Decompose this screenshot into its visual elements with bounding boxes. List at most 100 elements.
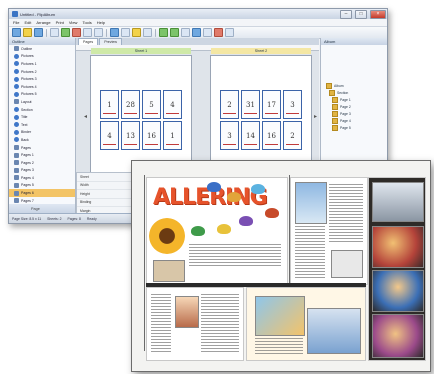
outline-item[interactable]: Pictures 4 xyxy=(9,83,75,91)
property-row[interactable]: Height xyxy=(77,190,139,199)
outline-item[interactable]: Back xyxy=(9,136,75,144)
album-tree-item[interactable]: Page 1 xyxy=(326,96,386,103)
outline-item[interactable]: Pages 2 xyxy=(9,159,75,167)
preview-page-photo-strip[interactable] xyxy=(368,177,426,361)
tab-pages[interactable]: Pages xyxy=(78,38,99,45)
export-icon[interactable] xyxy=(214,28,223,37)
new-icon[interactable] xyxy=(12,28,21,37)
redo-icon[interactable] xyxy=(94,28,103,37)
rotate-icon[interactable] xyxy=(143,28,152,37)
tab-preview[interactable]: Preview xyxy=(99,38,122,45)
page-cell[interactable]: 4 xyxy=(163,90,182,119)
page-cell[interactable]: 4 xyxy=(100,121,119,150)
settings-icon[interactable] xyxy=(203,28,212,37)
album-tree-item[interactable]: Page 4 xyxy=(326,117,386,124)
outline-item[interactable]: Pictures 5 xyxy=(9,91,75,99)
page-cell[interactable]: 3 xyxy=(283,90,302,119)
menu-file[interactable]: File xyxy=(13,20,19,25)
outline-item[interactable]: Pictures xyxy=(9,53,75,61)
outline-item[interactable]: Title xyxy=(9,113,75,121)
arrow-right-icon[interactable]: ▸ xyxy=(314,112,318,122)
menu-help[interactable]: Help xyxy=(97,20,105,25)
page-icon xyxy=(332,103,338,110)
outline-item[interactable]: Pages 1 xyxy=(9,151,75,159)
page-cell[interactable]: 1 xyxy=(163,121,182,150)
outline-item[interactable]: Pages xyxy=(9,144,75,152)
page-cell[interactable]: 31 xyxy=(241,90,260,119)
outline-item-selected[interactable]: Pages 6 xyxy=(9,189,75,197)
butterfly-image xyxy=(207,182,221,192)
outline-panel-header: Outline xyxy=(9,38,75,45)
page-cell[interactable]: 17 xyxy=(262,90,281,119)
layout-icon[interactable] xyxy=(110,28,119,37)
menu-edit[interactable]: Edit xyxy=(24,20,31,25)
spread-gutter xyxy=(146,283,366,287)
album-tree-item[interactable]: Page 2 xyxy=(326,103,386,110)
undo-icon[interactable] xyxy=(83,28,92,37)
preview-page-text[interactable] xyxy=(146,287,244,361)
outline-item[interactable]: Pages 4 xyxy=(9,174,75,182)
page-cell[interactable]: 1 xyxy=(100,90,119,119)
album-tree-item[interactable]: Album xyxy=(326,82,386,89)
page-cell[interactable]: 3 xyxy=(220,121,239,150)
maximize-button[interactable]: □ xyxy=(355,9,367,19)
outline-item[interactable]: Pictures 3 xyxy=(9,75,75,83)
sheet-layout[interactable]: Sheet 2 ▸ 2 31 17 3 3 14 16 2 xyxy=(210,48,317,175)
menu-tools[interactable]: Tools xyxy=(82,20,91,25)
property-row[interactable]: Width xyxy=(77,182,139,190)
close-button[interactable]: × xyxy=(370,9,386,19)
butterfly-image xyxy=(239,216,253,226)
zoom-in-icon[interactable] xyxy=(159,28,168,37)
outline-item[interactable]: Outline xyxy=(9,45,75,53)
page-cell[interactable]: 28 xyxy=(121,90,140,119)
picture-icon xyxy=(14,76,19,82)
minimize-button[interactable]: – xyxy=(340,9,352,19)
save-icon[interactable] xyxy=(34,28,43,37)
outline-item[interactable]: Text xyxy=(9,121,75,129)
outline-item[interactable]: Section xyxy=(9,106,75,114)
menu-arrange[interactable]: Arrange xyxy=(36,20,50,25)
page-icon xyxy=(14,198,19,204)
illustration-thumbnail xyxy=(331,250,363,278)
preview-page-feature[interactable] xyxy=(246,287,366,361)
photo-thumbnail xyxy=(295,182,327,224)
outline-item[interactable]: Pages 5 xyxy=(9,182,75,190)
page-icon xyxy=(332,96,338,103)
delete-icon[interactable] xyxy=(72,28,81,37)
image-icon[interactable] xyxy=(132,28,141,37)
preview-page-headline[interactable]: ALLERING xyxy=(146,177,288,285)
album-panel-header: Album xyxy=(321,38,387,45)
text-icon[interactable] xyxy=(121,28,130,37)
page-cell[interactable]: 5 xyxy=(142,90,161,119)
album-tree-item[interactable]: Page 5 xyxy=(326,124,386,131)
add-picture-icon[interactable] xyxy=(61,28,70,37)
outline-item[interactable]: Pictures 2 xyxy=(9,68,75,76)
property-row[interactable]: Binding xyxy=(77,199,139,207)
outline-item[interactable]: Pictures 1 xyxy=(9,60,75,68)
page-cell[interactable]: 16 xyxy=(142,121,161,150)
sheet-layout[interactable]: Sheet 1 ◂ 1 28 5 4 4 13 16 1 xyxy=(84,48,192,175)
outline-item[interactable]: Pages 3 xyxy=(9,167,75,175)
zoom-out-icon[interactable] xyxy=(170,28,179,37)
menu-view[interactable]: View xyxy=(69,20,78,25)
photo-thumbnail xyxy=(307,308,361,354)
fit-icon[interactable] xyxy=(181,28,190,37)
arrow-left-icon[interactable]: ◂ xyxy=(84,112,88,122)
page-cell[interactable]: 2 xyxy=(220,90,239,119)
page-cell[interactable]: 16 xyxy=(262,121,281,150)
album-tree-item[interactable]: Page 3 xyxy=(326,110,386,117)
help-icon[interactable] xyxy=(225,28,234,37)
page-icon xyxy=(14,160,19,166)
print-icon[interactable] xyxy=(50,28,59,37)
outline-item[interactable]: Binder xyxy=(9,129,75,137)
preview-page-article[interactable] xyxy=(290,177,368,285)
open-folder-icon[interactable] xyxy=(23,28,32,37)
page-cell[interactable]: 14 xyxy=(241,121,260,150)
property-row[interactable]: Sheet xyxy=(77,173,139,182)
page-cell[interactable]: 2 xyxy=(283,121,302,150)
outline-item[interactable]: Layout xyxy=(9,98,75,106)
preview-icon[interactable] xyxy=(192,28,201,37)
page-cell[interactable]: 13 xyxy=(121,121,140,150)
menu-print[interactable]: Print xyxy=(56,20,64,25)
album-tree-item[interactable]: Section xyxy=(326,89,386,96)
